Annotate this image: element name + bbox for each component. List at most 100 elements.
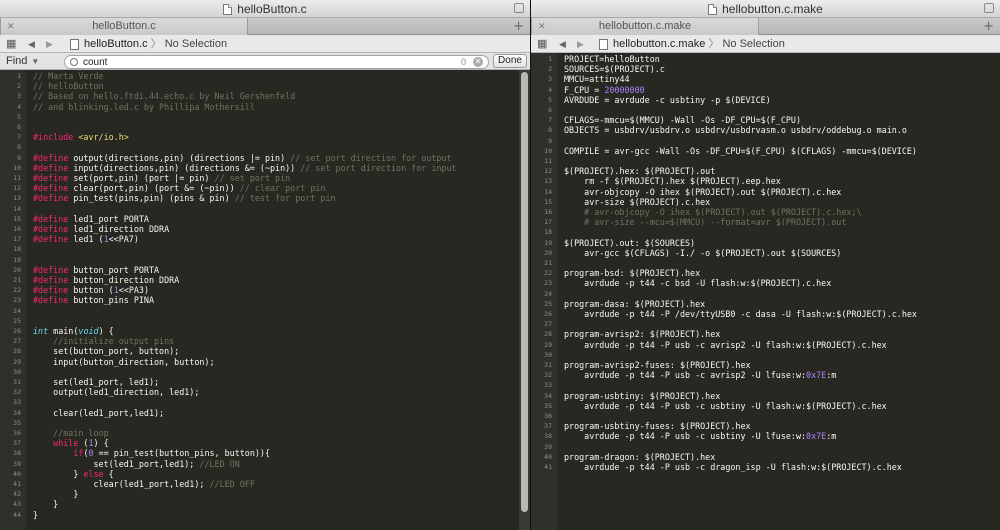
jump-bar-file[interactable]: hellobutton.c.make — [613, 38, 705, 50]
code-line[interactable]: #define button_pins PINA — [33, 295, 154, 305]
code-line[interactable]: set(led1_port, led1); — [33, 377, 159, 387]
plus-icon[interactable]: + — [513, 18, 524, 35]
code-line[interactable]: program-usbtiny: $(PROJECT).hex — [564, 391, 720, 401]
jump-bar-selection[interactable]: No Selection — [165, 38, 227, 50]
code-line[interactable]: avrdude -p t44 -P usb -c dragon_isp -U f… — [564, 462, 902, 472]
code-line[interactable]: #define led1 (1<<PA7) — [33, 234, 139, 244]
forward-arrow-icon[interactable]: ▶ — [577, 35, 584, 53]
code-line[interactable]: clear(led1_port,led1); //LED OFF — [33, 479, 255, 489]
fullscreen-icon[interactable] — [514, 3, 524, 13]
close-icon[interactable]: ✕ — [7, 18, 15, 35]
done-button[interactable]: Done — [493, 54, 527, 68]
code-line[interactable]: // and blinking.led.c by Phillipa Mother… — [33, 102, 255, 112]
code-line[interactable]: rm -f $(PROJECT).hex $(PROJECT).eep.hex — [564, 176, 781, 186]
code-line[interactable]: set(button_port, button); — [33, 346, 179, 356]
code-line[interactable]: clear(led1_port,led1); — [33, 408, 164, 418]
code-line[interactable]: # avr-size --mcu=$(MMCU) --format=avr $(… — [564, 217, 846, 227]
close-icon[interactable]: ✕ — [538, 18, 546, 35]
code-line[interactable]: program-dasa: $(PROJECT).hex — [564, 299, 705, 309]
code-line[interactable]: while (1) { — [33, 438, 109, 448]
code-line[interactable]: #define clear(port,pin) (port &= (~pin))… — [33, 183, 325, 193]
line-number: 27 — [13, 337, 21, 346]
tab-hellobutton-c[interactable]: ✕ helloButton.c — [0, 18, 248, 35]
grid-icon[interactable]: ▦ — [537, 35, 547, 53]
line-number: 15 — [544, 197, 552, 206]
code-line[interactable]: set(led1_port,led1); //LED ON — [33, 459, 240, 469]
line-number-gutter: 1 2 3 4 5 6 7 8 9 10 11 12 13 14 15 16 17 18 19 20 21 22 23 24 2… — [531, 53, 557, 530]
code-line[interactable]: # avr-objcopy -O ihex $(PROJECT).out $(P… — [564, 207, 861, 217]
code-editor[interactable]: 1 2 3 4 5 6 7 8 9 10 11 12 13 14 15 16 17 18 19 20 21 22 23 24 2… — [0, 70, 530, 530]
code-line[interactable]: avrdude -p t44 -c bsd -U flash:w:$(PROJE… — [564, 278, 831, 288]
line-number: 26 — [544, 310, 552, 318]
code-line[interactable]: } — [33, 489, 78, 499]
code-line[interactable]: #define button_port PORTA — [33, 265, 159, 275]
code-line[interactable]: int main(void) { — [33, 326, 114, 336]
code-line[interactable]: program-avrisp2: $(PROJECT).hex — [564, 329, 720, 339]
code-line[interactable]: #define led1_port PORTA — [33, 214, 149, 224]
code-line[interactable]: avrdude -p t44 -P usb -c usbtiny -U flas… — [564, 401, 887, 411]
line-number: 31 — [13, 378, 21, 386]
line-number: 18 — [13, 245, 21, 254]
code-line[interactable]: avrdude -p t44 -P usb -c avrisp2 -U lfus… — [564, 370, 836, 380]
scrollbar-thumb[interactable] — [521, 72, 528, 512]
tab-hellobutton-c-make[interactable]: ✕ hellobutton.c.make — [531, 18, 759, 35]
code-line[interactable]: $(PROJECT).out: $(SOURCES) — [564, 238, 695, 248]
code-line[interactable]: CFLAGS=-mmcu=$(MMCU) -Wall -Os -DF_CPU=$… — [564, 115, 801, 125]
grid-icon[interactable]: ▦ — [6, 35, 16, 53]
code-line[interactable]: #include <avr/io.h> — [33, 132, 129, 142]
find-label[interactable]: Find ▼ — [6, 53, 39, 70]
code-line[interactable]: input(button_direction, button); — [33, 357, 214, 367]
code-line[interactable]: } else { — [33, 469, 113, 479]
code-line[interactable]: SOURCES=$(PROJECT).c — [564, 64, 665, 74]
code-line[interactable]: $(PROJECT).hex: $(PROJECT).out — [564, 166, 715, 176]
code-line[interactable]: #define output(directions,pin) (directio… — [33, 153, 452, 163]
code-line[interactable]: #define pin_test(pins,pin) (pins & pin) … — [33, 193, 336, 203]
code-line[interactable]: } — [33, 499, 58, 509]
code-line[interactable]: //initialize output pins — [33, 336, 174, 346]
code-editor[interactable]: 1 2 3 4 5 6 7 8 9 10 11 12 13 14 15 16 17 18 19 20 21 22 23 24 2… — [531, 53, 1000, 530]
code-line[interactable]: avrdude -p t44 -P usb -c usbtiny -U lfus… — [564, 431, 836, 441]
code-line[interactable]: #define button (1<<PA3) — [33, 285, 149, 295]
code-line[interactable]: #define set(port,pin) (port |= pin) // s… — [33, 173, 290, 183]
code-line[interactable]: program-dragon: $(PROJECT).hex — [564, 452, 715, 462]
code-line[interactable]: if(0 == pin_test(button_pins, button)){ — [33, 448, 270, 458]
line-number: 31 — [544, 361, 552, 369]
code-line[interactable]: MMCU=attiny44 — [564, 74, 630, 84]
code-line[interactable]: // Based on hello.ftdi.44.echo.c by Neil… — [33, 91, 295, 101]
code-line[interactable]: F_CPU = 20000000 — [564, 85, 645, 95]
code-line[interactable]: PROJECT=helloButton — [564, 54, 660, 64]
code-line[interactable]: program-usbtiny-fuses: $(PROJECT).hex — [564, 421, 751, 431]
code-line[interactable]: avrdude -p t44 -P /dev/ttyUSB0 -c dasa -… — [564, 309, 917, 319]
line-number: 23 — [544, 279, 552, 288]
find-input[interactable] — [83, 56, 443, 68]
code-line[interactable]: program-bsd: $(PROJECT).hex — [564, 268, 700, 278]
forward-arrow-icon[interactable]: ▶ — [46, 35, 53, 53]
find-field[interactable]: 0 ✕ — [64, 55, 489, 69]
clear-search-icon[interactable]: ✕ — [473, 57, 483, 67]
code-line[interactable]: avr-size $(PROJECT).c.hex — [564, 197, 710, 207]
plus-icon[interactable]: + — [983, 18, 994, 35]
code-line[interactable]: #define input(directions,pin) (direction… — [33, 163, 457, 173]
back-arrow-icon[interactable]: ◀ — [559, 35, 566, 53]
jump-bar-file[interactable]: helloButton.c — [84, 38, 148, 50]
code-line[interactable]: // Marta Verde — [33, 71, 104, 81]
back-arrow-icon[interactable]: ◀ — [28, 35, 35, 53]
code-line[interactable]: AVRDUDE = avrdude -c usbtiny -p $(DEVICE… — [564, 95, 771, 105]
code-line[interactable]: COMPILE = avr-gcc -Wall -Os -DF_CPU=$(F_… — [564, 146, 917, 156]
code-line[interactable]: avr-gcc $(CFLAGS) -I./ -o $(PROJECT).out… — [564, 248, 841, 258]
jump-bar-selection[interactable]: No Selection — [722, 38, 784, 50]
fullscreen-icon[interactable] — [984, 3, 994, 13]
code-line[interactable]: program-avrisp2-fuses: $(PROJECT).hex — [564, 360, 751, 370]
code-line[interactable]: // helloButton — [33, 81, 104, 91]
code-line[interactable]: //main loop — [33, 428, 108, 438]
code-line[interactable]: #define led1_direction DDRA — [33, 224, 169, 234]
code-line[interactable]: #define button_direction DDRA — [33, 275, 179, 285]
vertical-scrollbar[interactable] — [519, 70, 530, 530]
code-line[interactable]: output(led1_direction, led1); — [33, 387, 199, 397]
code-line[interactable]: OBJECTS = usbdrv/usbdrv.o usbdrv/usbdrva… — [564, 125, 907, 135]
code-line[interactable]: avr-objcopy -O ihex $(PROJECT).out $(PRO… — [564, 187, 841, 197]
code-line[interactable]: } — [33, 510, 38, 520]
line-number: 30 — [13, 367, 21, 376]
code-line[interactable]: avrdude -p t44 -P usb -c avrisp2 -U flas… — [564, 340, 887, 350]
line-number: 36 — [544, 412, 552, 420]
